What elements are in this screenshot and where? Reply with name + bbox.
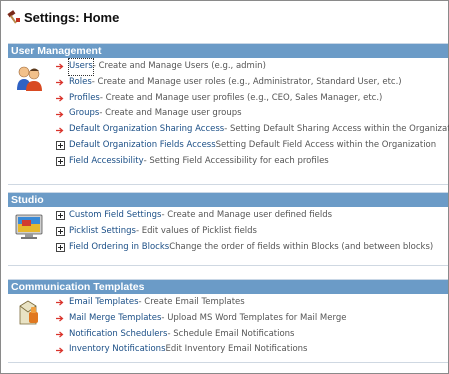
list-item: Picklist Settings - Edit values of Pickl…	[56, 224, 433, 240]
list-item: Notification Schedulers - Schedule Email…	[56, 327, 346, 343]
link-description: - Edit values of Picklist fields	[135, 225, 257, 236]
arrow-right-icon	[56, 299, 64, 306]
list-item: Email Templates - Create Email Templates	[56, 295, 346, 311]
arrow-right-icon	[56, 315, 64, 322]
link-custom-field-settings[interactable]: Custom Field Settings	[69, 208, 161, 224]
plus-box-icon	[56, 157, 65, 167]
link-description: - Create and Manage user profiles (e.g.,…	[99, 92, 383, 103]
link-inventory-notifications[interactable]: Inventory Notifications	[69, 342, 166, 358]
settings-hammer-icon	[7, 10, 20, 24]
link-default-organization-sharing-access[interactable]: Default Organization Sharing Access	[69, 122, 224, 138]
link-description: - Schedule Email Notifications	[167, 328, 295, 339]
plus-box-icon	[56, 141, 65, 151]
page-header: Settings: Home	[7, 7, 119, 27]
section-user-management: User Management Users - Create and Manag…	[8, 43, 449, 185]
list-item: Default Organization Fields Access Settin…	[56, 138, 449, 154]
settings-panel: Settings: Home User Management Users - C…	[0, 0, 449, 374]
section-body: Custom Field Settings - Create and Manag…	[8, 207, 448, 266]
link-notification-schedulers[interactable]: Notification Schedulers	[69, 327, 167, 343]
link-users[interactable]: Users	[68, 58, 94, 76]
page-title: Settings: Home	[24, 9, 120, 25]
plus-box-icon	[56, 227, 65, 237]
link-description: - Create and Manage Users (e.g., admin)	[92, 61, 266, 71]
section-header: Communication Templates	[8, 279, 448, 294]
section-header: Studio	[8, 192, 448, 207]
studio-links: Custom Field Settings - Create and Manag…	[56, 208, 433, 255]
list-item: Profiles - Create and Manage user profil…	[56, 91, 449, 107]
link-email-templates[interactable]: Email Templates	[69, 295, 139, 311]
link-description: - Create Email Templates	[138, 297, 245, 307]
arrow-right-icon	[56, 347, 64, 354]
list-item: Roles - Create and Manage user roles (e.…	[56, 75, 449, 91]
arrow-right-icon	[56, 79, 64, 86]
arrow-right-icon	[56, 63, 64, 70]
arrow-right-icon	[56, 111, 64, 118]
section-body: Users - Create and Manage Users (e.g., a…	[8, 58, 449, 185]
link-mail-merge-templates[interactable]: Mail Merge Templates	[69, 311, 161, 327]
link-field-accessibility[interactable]: Field Accessibility	[69, 154, 144, 170]
list-item: Custom Field Settings - Create and Manag…	[56, 208, 433, 224]
link-description: Edit Inventory Email Notifications	[165, 344, 308, 355]
plus-box-icon	[56, 211, 65, 221]
arrow-right-icon	[56, 127, 64, 134]
users-icon	[17, 66, 42, 91]
link-roles[interactable]: Roles	[69, 75, 92, 91]
list-item: Field Accessibility - Setting Field Acce…	[56, 154, 449, 170]
link-groups[interactable]: Groups	[69, 106, 99, 122]
section-communication-templates: Communication Templates Email Templates …	[8, 279, 448, 363]
link-description: - Create and Manage user roles (e.g., Ad…	[91, 76, 402, 87]
section-body: Email Templates - Create Email Templates…	[8, 294, 448, 363]
link-picklist-settings[interactable]: Picklist Settings	[69, 224, 136, 240]
user-management-links: Users - Create and Manage Users (e.g., a…	[56, 58, 449, 170]
list-item: Mail Merge Templates - Upload MS Word Te…	[56, 311, 346, 327]
section-studio: Studio Custom Field Settings - Create an…	[8, 192, 448, 266]
section-header: User Management	[8, 43, 448, 58]
link-default-organization-fields-access[interactable]: Default Organization Fields Access	[69, 138, 216, 154]
link-description: Setting Default Field Access within the …	[215, 139, 437, 150]
plus-box-icon	[56, 242, 65, 252]
link-description: - Create and Manage user groups	[99, 108, 242, 119]
email-template-icon	[19, 300, 38, 325]
communication-template-links: Email Templates - Create Email Templates…	[56, 295, 346, 358]
link-description: - Upload MS Word Templates for Mail Merg…	[161, 312, 347, 323]
link-field-ordering-in-blocks[interactable]: Field Ordering in Blocks	[69, 240, 169, 256]
arrow-right-icon	[56, 331, 64, 338]
link-description: - Create and Manage user defined fields	[161, 210, 333, 220]
list-item: Inventory Notifications Edit Inventory E…	[56, 342, 346, 358]
list-item: Groups - Create and Manage user groups	[56, 106, 449, 122]
list-item: Field Ordering in Blocks Change the orde…	[56, 240, 433, 256]
list-item: Default Organization Sharing Access - Se…	[56, 122, 449, 138]
monitor-icon	[15, 214, 43, 239]
link-description: - Setting Default Sharing Access within …	[224, 124, 449, 135]
link-description: - Setting Field Accessibility for each p…	[143, 155, 329, 166]
list-item: Users - Create and Manage Users (e.g., a…	[56, 58, 449, 76]
link-description: Change the order of fields within Blocks…	[169, 241, 434, 252]
link-profiles[interactable]: Profiles	[69, 91, 100, 107]
arrow-right-icon	[56, 95, 64, 102]
